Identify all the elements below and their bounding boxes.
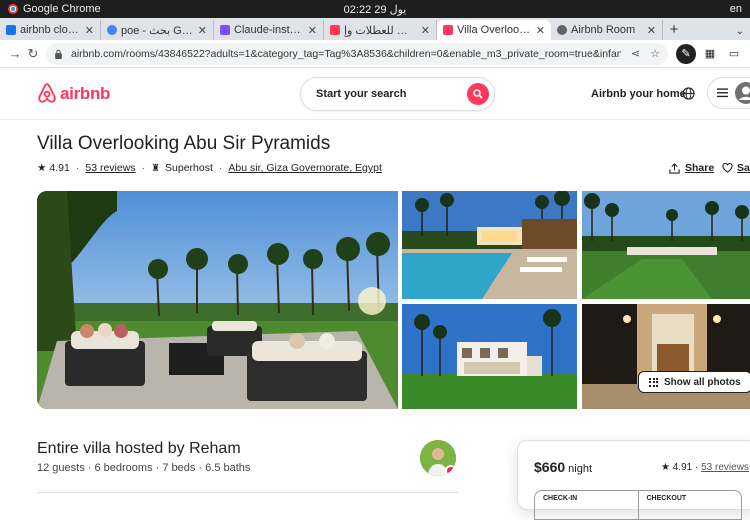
grid-dots-icon [649,377,658,387]
tab-airbnb-clone[interactable]: airbnb clone ht... ✕ [0,20,101,40]
star-icon: ★ [37,162,47,174]
airbnb-favicon-icon [443,25,453,35]
window-panel-icon[interactable]: ▭ [724,44,744,64]
heart-icon [722,163,733,173]
airbnb-logo[interactable]: airbnb [37,83,110,104]
checkout-field[interactable]: CHECKOUT [637,491,742,519]
photo-lawn[interactable] [582,191,750,299]
tab-poe-search[interactable]: poe - بحث Goog ✕ [101,20,214,40]
date-picker[interactable]: CHECK-IN CHECKOUT [534,490,742,520]
photo-interior-doorway[interactable] [582,304,750,409]
tab-favicon-icon [6,25,16,35]
extension-pen-icon[interactable]: ✎ [676,43,696,64]
superhost-icon: ♜ [151,162,161,174]
card-rating: ★ 4.91 · 53 reviews [661,462,749,473]
hamburger-icon [717,88,728,98]
bookmark-star-icon[interactable]: ☆ [650,47,660,60]
close-icon[interactable]: ✕ [647,24,656,37]
price-unit: night [568,463,593,475]
tab-airbnb-room[interactable]: Airbnb Room ✕ [551,20,663,40]
address-bar: → ↻ airbnb.com/rooms/43846522?adults=1&c… [0,40,750,68]
extensions-grid-icon[interactable]: ▦ [700,44,720,64]
section-divider [37,492,458,493]
globe-favicon-icon [557,25,567,35]
photo-villa-exterior[interactable] [402,304,577,409]
close-icon[interactable]: ✕ [536,24,545,37]
airbnb-favicon-icon [330,25,340,35]
globe-icon[interactable] [682,87,695,100]
superhost-label: Superhost [165,162,213,174]
card-rating-value: 4.91 [672,462,693,473]
save-button[interactable]: Sav [722,162,750,174]
photo-pool[interactable] [402,191,577,299]
search-label: Start your search [316,88,407,100]
show-all-label: Show all photos [664,376,741,388]
price-value: $660 [534,459,566,475]
close-icon[interactable]: ✕ [308,24,317,37]
tab-label: Airbnb Room [571,24,636,36]
close-icon[interactable]: ✕ [85,24,94,37]
new-tab-button[interactable]: + [663,20,685,40]
share-button[interactable]: Share [669,162,714,174]
user-menu-button[interactable] [707,77,750,109]
search-icon [473,89,483,99]
poe-icon [220,25,230,35]
forward-icon[interactable]: → [6,46,24,61]
checkin-field[interactable]: CHECK-IN [535,491,638,519]
tab-label: poe - بحث Goog [121,24,193,37]
listing-stats: 12 guests · 6 bedrooms · 7 beds · 6.5 ba… [37,462,251,474]
share-icon [669,162,680,174]
tab-villa-overlooking[interactable]: Villa Overlookin ✕ [437,20,551,40]
logo-text: airbnb [60,83,111,103]
tab-claude-instant[interactable]: Claude-instant- ✕ [214,20,324,40]
share-label: Share [685,162,715,174]
reviews-link[interactable]: 53 reviews [85,162,135,174]
airbnb-logo-icon [38,83,56,103]
google-icon [107,25,117,35]
hosted-by-heading: Entire villa hosted by Reham [37,440,241,457]
nightly-price: $660 night [534,459,592,475]
chrome-icon [8,4,18,14]
tab-airbnb-arabic[interactable]: بيوت للعطلات وإ ✕ [324,20,437,40]
site-header: airbnb Start your search Airbnb your hom… [0,68,750,120]
user-avatar-icon [735,82,750,104]
location-link[interactable]: Abu sir, Giza Governorate, Egypt [228,162,382,174]
listing-title: Villa Overlooking Abu Sir Pyramids [37,133,331,154]
superhost-badge-icon [445,465,456,476]
tab-label: بيوت للعطلات وإ [344,24,416,37]
card-reviews-link[interactable]: 53 reviews [701,462,749,473]
close-icon[interactable]: ✕ [421,24,430,37]
search-button[interactable] [467,83,489,105]
os-language[interactable]: en [730,3,742,15]
tab-label: Claude-instant- [234,24,303,36]
url-text: airbnb.com/rooms/43846522?adults=1&categ… [71,47,621,60]
os-app-name: Google Chrome [23,3,101,15]
photo-main-garden[interactable] [37,191,398,409]
os-clock[interactable]: يول 29 02:22 [344,3,407,16]
listing-meta: ★ 4.91 · 53 reviews · ♜ Superhost · Abu … [37,162,382,174]
browser-tab-strip: airbnb clone ht... ✕ poe - بحث Goog ✕ Cl… [0,18,750,40]
url-field[interactable]: airbnb.com/rooms/43846522?adults=1&categ… [46,42,668,65]
os-top-bar: Google Chrome يول 29 02:22 en [0,0,750,18]
search-bar[interactable]: Start your search [300,77,495,111]
lock-icon[interactable] [54,49,63,59]
star-icon: ★ [661,462,670,473]
tab-label: Villa Overlookin [457,24,531,36]
airbnb-your-home-link[interactable]: Airbnb your home [591,88,686,100]
save-label: Sav [737,162,750,174]
share-page-icon[interactable]: ⋖ [631,47,640,60]
show-all-photos-button[interactable]: Show all photos [638,371,750,393]
reload-icon[interactable]: ↻ [24,46,42,62]
tab-label: airbnb clone ht... [20,24,80,36]
close-icon[interactable]: ✕ [198,24,207,37]
tab-search-chevron-icon[interactable]: ⌄ [736,26,744,37]
host-avatar[interactable] [420,440,456,476]
rating-value: 4.91 [49,162,70,174]
